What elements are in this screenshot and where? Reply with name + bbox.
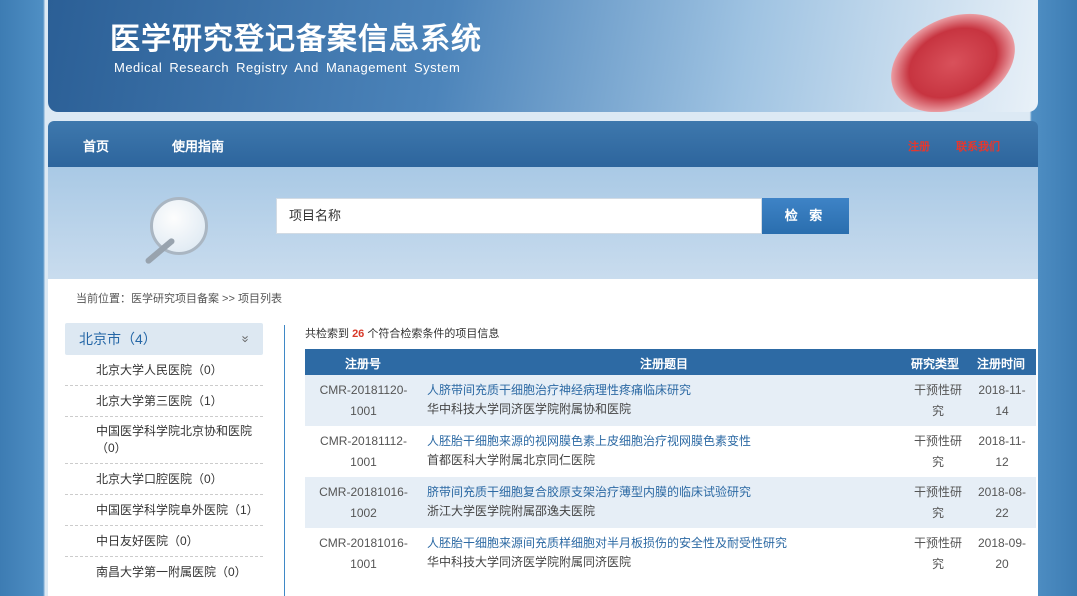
row-date: 2018-08- 22 <box>977 485 1027 520</box>
row-date: 2018-09- 20 <box>977 536 1027 571</box>
table-row: CMR-20181112- 1001 人胚胎干细胞来源的视网膜色素上皮细胞治疗视网… <box>305 426 1036 477</box>
row-type: 干预性研究 <box>913 485 962 520</box>
main-nav: 首页 使用指南 注册 联系我们 <box>48 121 1038 167</box>
header-title: 注册题目 <box>640 357 689 371</box>
row-title-link[interactable]: 人脐带间充质干细胞治疗神经病理性疼痛临床研究 <box>427 381 691 400</box>
results-table: 注册号 注册题目 研究类型 注册时间 CMR-20181120- 1001 人脐带… <box>305 349 1036 579</box>
row-id: CMR-20181112- 1001 <box>320 434 407 469</box>
nav-guide[interactable]: 使用指南 <box>172 136 224 155</box>
sidebar-item-hospital[interactable]: 中日友好医院（0） <box>65 526 263 557</box>
nav-contact[interactable]: 联系我们 <box>956 138 1000 154</box>
sidebar-item-hospital[interactable]: 北京大学人民医院（0） <box>65 355 263 386</box>
row-institution: 浙江大学医学院附属邵逸夫医院 <box>427 504 596 518</box>
row-date: 2018-11- 14 <box>978 383 1026 418</box>
row-title-link[interactable]: 脐带间充质干细胞复合胶原支架治疗薄型内膜的临床试验研究 <box>427 483 751 502</box>
row-id: CMR-20181016- 1002 <box>319 485 408 520</box>
sidebar: 北京市（4） » 北京大学人民医院（0） 北京大学第三医院（1） 中国医学科学院… <box>65 323 263 588</box>
column-divider <box>284 325 285 596</box>
nav-home[interactable]: 首页 <box>83 136 109 155</box>
site-title-en: Medical Research Registry And Management… <box>114 60 461 75</box>
result-count: 26 <box>352 328 365 340</box>
row-type: 干预性研究 <box>913 434 962 469</box>
search-button[interactable]: 检 索 <box>762 198 849 234</box>
table-row: CMR-20181016- 1001 人胚胎干细胞来源间充质样细胞对半月板损伤的安… <box>305 528 1036 579</box>
row-title-link[interactable]: 人胚胎干细胞来源间充质样细胞对半月板损伤的安全性及耐受性研究 <box>427 534 787 553</box>
site-header: 医学研究登记备案信息系统 Medical Research Registry A… <box>48 0 1038 112</box>
header-date: 注册时间 <box>977 357 1026 371</box>
row-institution: 华中科技大学同济医学院附属协和医院 <box>427 402 632 416</box>
table-header: 注册号 注册题目 研究类型 注册时间 <box>305 349 1036 375</box>
result-summary: 共检索到 26 个符合检索条件的项目信息 <box>305 328 500 340</box>
table-row: CMR-20181120- 1001 人脐带间充质干细胞治疗神经病理性疼痛临床研究… <box>305 375 1036 426</box>
sidebar-region-header[interactable]: 北京市（4） » <box>65 323 263 355</box>
row-title-link[interactable]: 人胚胎干细胞来源的视网膜色素上皮细胞治疗视网膜色素变性 <box>427 432 751 451</box>
search-input[interactable]: 项目名称 <box>276 198 762 234</box>
row-type: 干预性研究 <box>913 383 962 418</box>
site-title-cn: 医学研究登记备案信息系统 <box>110 22 482 57</box>
row-id: CMR-20181120- 1001 <box>319 383 408 418</box>
header-id: 注册号 <box>345 357 382 371</box>
sidebar-item-hospital[interactable]: 南昌大学第一附属医院（0） <box>65 557 263 588</box>
petri-dish-image <box>875 0 1031 112</box>
table-row: CMR-20181016- 1002 脐带间充质干细胞复合胶原支架治疗薄型内膜的临… <box>305 477 1036 528</box>
breadcrumb: 当前位置：医学研究项目备案 >> 项目列表 <box>76 293 282 305</box>
row-institution: 首都医科大学附属北京同仁医院 <box>427 453 596 467</box>
magnifier-icon <box>150 197 208 255</box>
header-type: 研究类型 <box>911 357 960 371</box>
sidebar-item-hospital[interactable]: 中国医学科学院阜外医院（1） <box>65 495 263 526</box>
nav-register[interactable]: 注册 <box>908 138 930 154</box>
row-date: 2018-11- 12 <box>978 434 1026 469</box>
chevron-down-icon[interactable]: » <box>238 323 253 355</box>
row-id: CMR-20181016- 1001 <box>319 536 408 571</box>
row-institution: 华中科技大学同济医学院附属同济医院 <box>427 555 632 569</box>
sidebar-item-hospital[interactable]: 北京大学口腔医院（0） <box>65 464 263 495</box>
sidebar-item-hospital[interactable]: 北京大学第三医院（1） <box>65 386 263 417</box>
row-type: 干预性研究 <box>913 536 962 571</box>
sidebar-item-hospital[interactable]: 中国医学科学院北京协和医院（0） <box>65 417 263 464</box>
sidebar-region-label: 北京市（4） <box>79 331 157 347</box>
